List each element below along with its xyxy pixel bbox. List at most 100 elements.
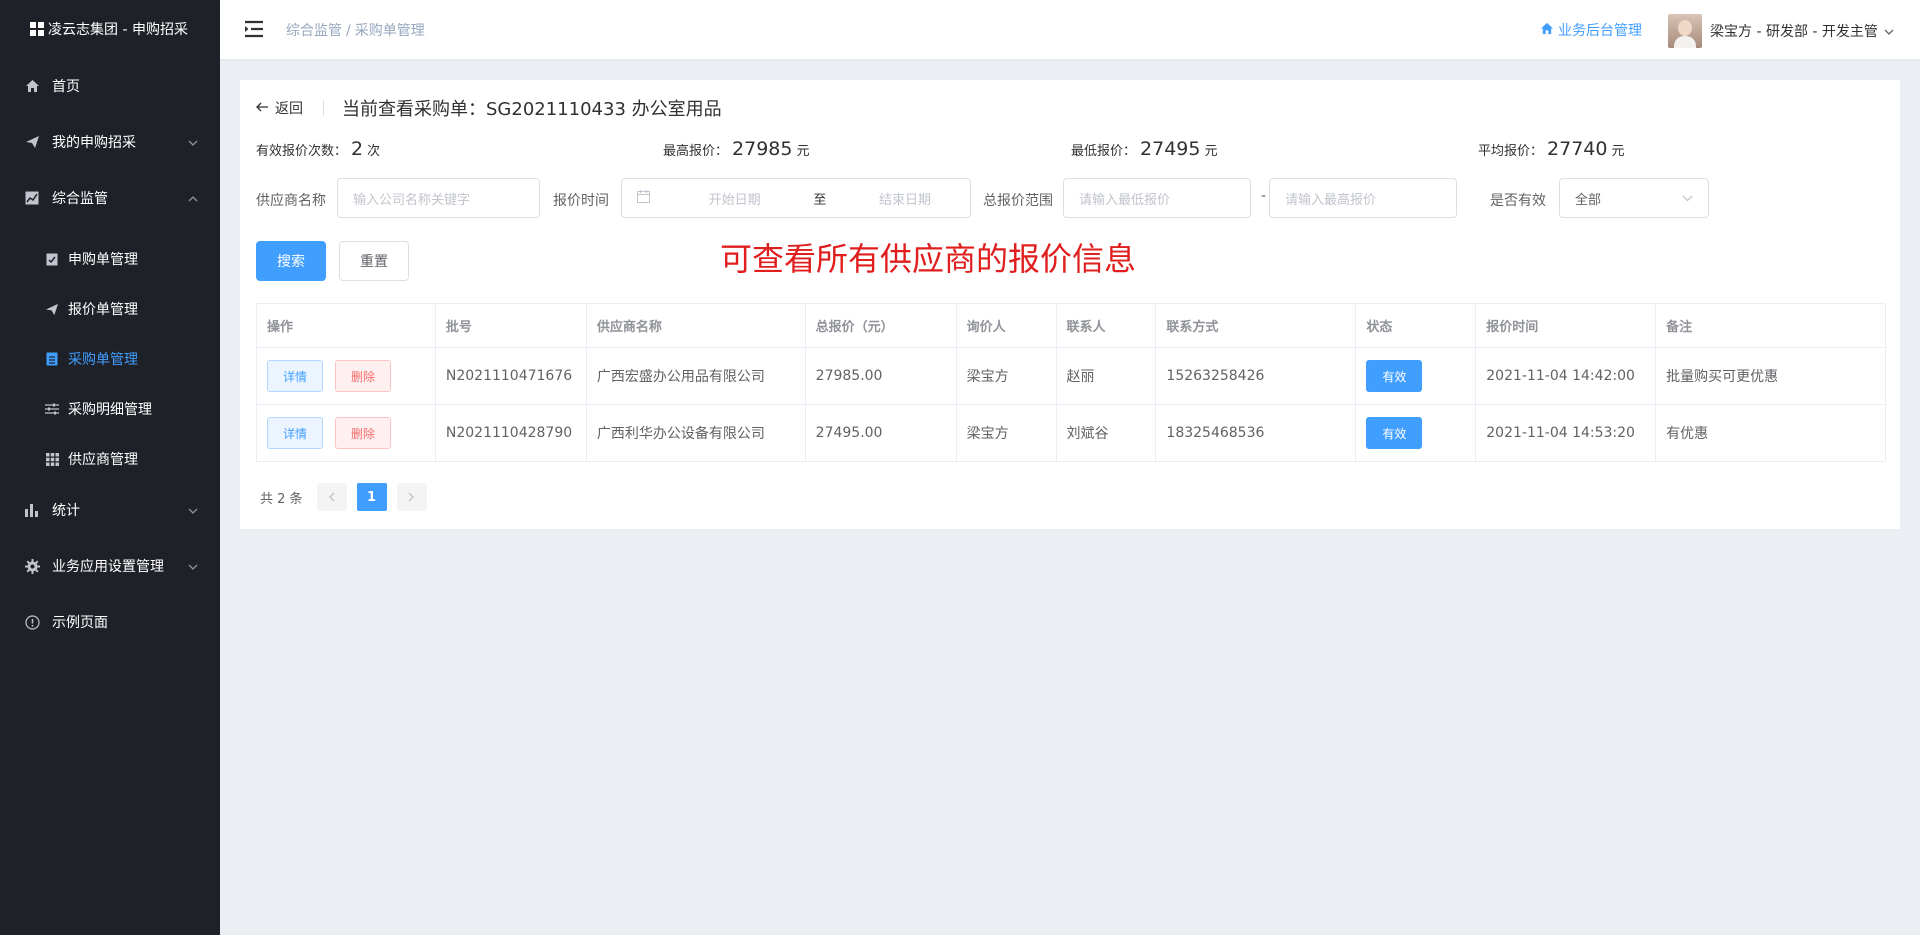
sidebar: 凌云志集团 - 申购招采 首页 我的申购招采 综合监管 申购单管理 报价单管理 … [0,0,220,935]
column-header: 备注 [1655,303,1886,348]
back-button[interactable]: 返回 [256,98,303,118]
max-price-input[interactable]: 请输入最高报价 [1269,178,1457,218]
sidebar-item-home[interactable]: 首页 [0,58,220,114]
sidebar-subitem-label: 报价单管理 [68,302,138,318]
page-header: 返回 当前查看采购单：SG2021110433 办公室用品 [256,96,722,120]
status-cell: 有效 [1355,347,1477,405]
detail-button[interactable]: 详情 [267,360,323,392]
quote-time-label: 报价时间 [553,193,609,209]
min-price-input[interactable]: 请输入最低报价 [1063,178,1251,218]
breadcrumb-item[interactable]: 综合监管 [286,23,342,39]
stat-unit: 元 [796,144,810,159]
user-name: 梁宝方 - 研发部 - 开发主管 [1710,24,1878,40]
app-logo[interactable]: 凌云志集团 - 申购招采 [0,0,220,58]
divider [323,100,324,116]
valid-select[interactable]: 全部 [1559,178,1709,218]
column-header: 批号 [434,303,587,348]
page-number[interactable]: 1 [356,483,387,511]
home-icon [24,78,40,94]
biz-admin-label: 业务后台管理 [1558,23,1642,39]
chevron-down-icon [1884,23,1894,39]
batch-cell: N2021110471676 [434,347,587,405]
search-button[interactable]: 搜索 [256,241,326,281]
sidebar-item-my-purchase[interactable]: 我的申购招采 [0,114,220,170]
pagination-total: 共 2 条 [260,491,303,507]
biz-admin-link[interactable]: 业务后台管理 [1540,20,1642,40]
sidebar-subitem-label: 采购明细管理 [68,402,152,418]
sidebar-item-app-settings[interactable]: 业务应用设置管理 [0,538,220,594]
stat-avg: 平均报价： 27740 元 [1478,138,1624,160]
breadcrumb-item: 采购单管理 [354,23,425,39]
arrow-left-icon [256,100,269,116]
next-page-button[interactable] [396,483,427,511]
send-icon [44,301,60,317]
stat-unit: 次 [367,144,381,159]
status-button[interactable]: 有效 [1366,417,1423,449]
user-menu[interactable]: 梁宝方 - 研发部 - 开发主管 [1668,14,1894,48]
pagination: 共 2 条 1 [256,483,437,511]
actions-cell: 详情 删除 [256,347,436,405]
sidebar-item-supplier[interactable]: 供应商管理 [0,434,220,484]
stat-valid-count: 有效报价次数： 2 次 [256,138,380,160]
column-header: 联系方式 [1155,303,1357,348]
delete-button[interactable]: 删除 [335,417,391,449]
document-icon [44,351,60,367]
note-cell: 有优惠 [1655,404,1886,462]
sliders-icon [44,401,60,417]
detail-button[interactable]: 详情 [267,417,323,449]
sidebar-subitem-label: 采购单管理 [68,352,138,368]
sidebar-item-purchase-detail[interactable]: 采购明细管理 [0,384,220,434]
sidebar-item-example[interactable]: 示例页面 [0,594,220,650]
delete-button[interactable]: 删除 [335,360,391,392]
chevron-right-icon [408,492,414,502]
supplier-cell: 广西宏盛办公用品有限公司 [585,347,806,405]
stat-max: 最高报价： 27985 元 [663,138,809,160]
column-header: 联系人 [1055,303,1157,348]
supplier-cell: 广西利华办公设备有限公司 [585,404,806,462]
phone-cell: 15263258426 [1155,347,1357,405]
chevron-down-icon [1682,191,1693,205]
date-range-picker[interactable]: 开始日期 至 结束日期 [621,178,971,218]
stat-value: 2 [351,138,364,160]
note-cell: 批量购买可更优惠 [1655,347,1886,405]
stat-label: 有效报价次数： [256,144,348,159]
grid-logo-icon [30,22,44,36]
stat-unit: 元 [1204,144,1218,159]
sidebar-item-requisition[interactable]: 申购单管理 [0,234,220,284]
contact-cell: 刘斌谷 [1055,404,1157,462]
stats-row: 有效报价次数： 2 次 最高报价： 27985 元 最低报价： 27495 元 … [256,138,1884,166]
menu-toggle-icon[interactable] [244,20,264,38]
chevron-down-icon [188,558,198,574]
reset-button[interactable]: 重置 [339,241,409,281]
inquirer-cell: 梁宝方 [955,347,1057,405]
table-row: 详情 删除 N2021110471676 广西宏盛办公用品有限公司 27985.0… [256,347,1886,405]
status-button[interactable]: 有效 [1366,360,1423,392]
sidebar-item-quotation[interactable]: 报价单管理 [0,284,220,334]
sidebar-item-label: 我的申购招采 [52,135,136,151]
prev-page-button[interactable] [316,483,347,511]
supplier-input[interactable]: 输入公司名称关键字 [337,178,540,218]
chevron-up-icon [188,190,198,206]
top-header: 综合监管 / 采购单管理 业务后台管理 梁宝方 - 研发部 - 开发主管 [220,0,1920,59]
contact-cell: 赵丽 [1055,347,1157,405]
time-cell: 2021-11-04 14:42:00 [1475,347,1657,405]
sidebar-item-label: 首页 [52,79,80,95]
gear-icon [24,558,40,574]
chevron-down-icon [188,502,198,518]
grid-icon [44,451,60,467]
table-header-row: 操作 批号 供应商名称 总报价（元） 询价人 联系人 联系方式 状态 报价时间 … [256,303,1886,348]
sidebar-item-purchase-order[interactable]: 采购单管理 [0,334,220,384]
stat-value: 27985 [732,138,793,160]
total-cell: 27495.00 [804,404,957,462]
bar-chart-icon [24,502,40,518]
sidebar-item-supervision[interactable]: 综合监管 [0,170,220,226]
start-date-placeholder[interactable]: 开始日期 [685,189,785,208]
chevron-left-icon [329,492,335,502]
supplier-placeholder: 输入公司名称关键字 [353,192,471,208]
sidebar-item-label: 示例页面 [52,615,108,631]
sidebar-item-statistics[interactable]: 统计 [0,482,220,538]
stat-unit: 元 [1611,144,1625,159]
range-dash: - [1261,188,1267,204]
breadcrumb: 综合监管 / 采购单管理 [286,23,425,39]
end-date-placeholder[interactable]: 结束日期 [855,189,955,208]
